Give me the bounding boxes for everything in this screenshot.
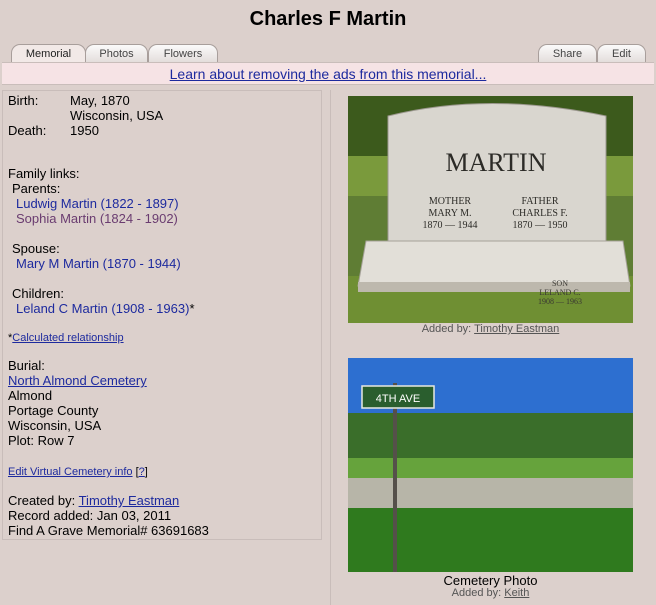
memorial-number: Find A Grave Memorial# 63691683 [8,523,209,538]
tab-edit[interactable]: Edit [597,44,646,63]
burial-county: Portage County [8,403,99,418]
parents-label: Parents: [12,181,61,196]
created-by-row: Created by: Timothy Eastman [8,493,179,508]
burial-town: Almond [8,388,53,403]
record-added: Record added: Jan 03, 2011 [8,508,172,523]
headstone-surname: MARTIN [446,148,547,177]
headstone-father-name: CHARLES F. [512,208,567,219]
headstone-son-years: 1908 — 1963 [538,297,582,306]
cemetery-added-by-link[interactable]: Keith [504,587,529,599]
spouse-link[interactable]: Mary M Martin (1870 - 1944) [16,256,181,271]
calculated-marker: * [189,301,195,316]
cemetery-photo-caption: Cemetery Photo [443,573,538,588]
headstone-photo[interactable]: MARTIN MOTHER MARY M. 1870 — 1944 FATHER… [348,96,633,323]
cemetery-photo-image: 4TH AVE [348,358,633,572]
headstone-mother-label: MOTHER [429,196,472,207]
column-divider [330,90,331,605]
death-date: 1950 [70,123,99,138]
cemetery-photo-credit: Added by: Keith [348,587,633,599]
help-bracket-close: ] [144,466,148,478]
headstone-photo-image: MARTIN MOTHER MARY M. 1870 — 1944 FATHER… [348,96,633,323]
cemetery-photo[interactable]: 4TH AVE [348,358,633,572]
tab-memorial[interactable]: Memorial [11,44,86,63]
created-by-label: Created by: [8,493,76,508]
edit-virtual-cemetery-link[interactable]: Edit Virtual Cemetery info [8,466,133,478]
child-entry: Leland C Martin (1908 - 1963)* [16,301,195,316]
parent-link-ludwig[interactable]: Ludwig Martin (1822 - 1897) [16,196,179,211]
virtual-cemetery-row: Edit Virtual Cemetery info [?] [8,465,148,480]
children-label: Children: [12,286,65,301]
cemetery-added-by-label: Added by: [451,587,502,599]
tab-flowers[interactable]: Flowers [148,44,218,63]
headstone-son-label: SON [552,279,568,288]
family-links-heading: Family links: [8,166,80,181]
calculated-relationship-link[interactable]: Calculated relationship [12,332,123,344]
headstone-added-by-link[interactable]: Timothy Eastman [474,323,559,335]
parent-link-sophia[interactable]: Sophia Martin (1824 - 1902) [16,211,178,226]
headstone-son-name: LELAND C. [539,288,580,297]
birth-label: Birth: [8,93,39,108]
birth-date: May, 1870 [70,93,130,108]
tab-share[interactable]: Share [538,44,597,63]
death-label: Death: [8,123,47,138]
calculated-note: *Calculated relationship [8,331,124,346]
headstone-mother-name: MARY M. [429,208,472,219]
headstone-mother-years: 1870 — 1944 [423,220,478,231]
creator-link[interactable]: Timothy Eastman [79,493,180,508]
burial-plot: Plot: Row 7 [8,433,75,448]
child-link[interactable]: Leland C Martin (1908 - 1963) [16,301,189,316]
spouse-label: Spouse: [12,241,60,256]
remove-ads-link[interactable]: Learn about removing the ads from this m… [170,66,487,82]
burial-label: Burial: [8,358,45,373]
burial-state: Wisconsin, USA [8,418,102,433]
headstone-father-years: 1870 — 1950 [513,220,568,231]
headstone-father-label: FATHER [521,196,558,207]
page-title: Charles F Martin [249,8,407,30]
street-sign-text: 4TH AVE [376,393,420,405]
ad-bar: Learn about removing the ads from this m… [2,62,654,85]
birth-place: Wisconsin, USA [70,108,164,123]
headstone-added-by-label: Added by: [421,323,472,335]
cemetery-link[interactable]: North Almond Cemetery [8,373,147,388]
tab-photos[interactable]: Photos [85,44,148,63]
headstone-caption: Added by: Timothy Eastman [348,323,633,335]
